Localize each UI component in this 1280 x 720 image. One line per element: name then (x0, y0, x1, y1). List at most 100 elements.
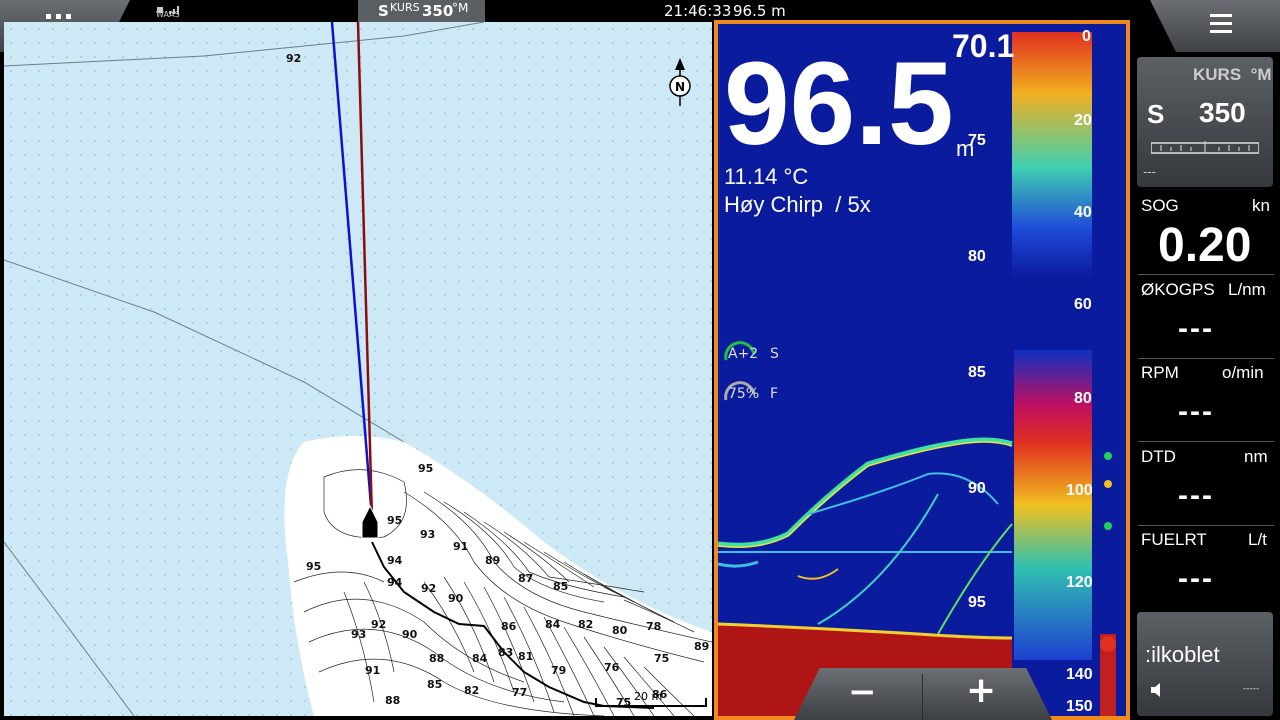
rpm-unit: o/min (1222, 363, 1264, 382)
scale-zoom-40: 40 (1074, 204, 1092, 221)
zoom-control: − + (794, 668, 1052, 720)
instrument-panel: KURS °M S 350 --- SOG kn 0.20 ØKOGPS L/n… (1132, 52, 1280, 720)
rpm-label: RPM (1141, 363, 1179, 382)
dtd-unit: nm (1244, 447, 1268, 466)
depth-sounding: 82 (464, 684, 479, 697)
depth-sounding: 77 (512, 686, 527, 699)
sonar-mode[interactable]: Høy Chirp / 5x (724, 192, 871, 218)
depth-sounding: 89 (694, 640, 709, 653)
heading-prefix: S (378, 2, 389, 20)
sonar-view[interactable]: 96.5 m 11.14 °C Høy Chirp / 5x 70.1 A+2 … (718, 24, 1126, 716)
sog-value: 0.20 (1158, 219, 1252, 272)
depth-sounding: 95 (418, 462, 433, 475)
audio-status: :ilkoblet (1145, 642, 1220, 667)
scale-zoom-100: 100 (1066, 482, 1093, 499)
depth-sounding: 88 (385, 694, 400, 707)
sog-unit: kn (1252, 196, 1270, 215)
depth-sounding: 86 (652, 688, 668, 701)
chart-map[interactable]: N 20 m 929595959394918994 929087859392908… (4, 22, 712, 716)
scale-main-95: 95 (968, 594, 986, 611)
sonar-panel[interactable]: 96.5 m 11.14 °C Høy Chirp / 5x 70.1 A+2 … (714, 20, 1130, 720)
scale-main-75: 75 (968, 132, 986, 149)
heading-value: 350 (422, 2, 454, 20)
heading-unit: °M (452, 1, 469, 15)
depth-sounding: 91 (365, 664, 380, 677)
depth-sounding: 80 (612, 624, 628, 637)
depth-sounding: 81 (518, 650, 533, 663)
scale-main-85: 85 (968, 364, 986, 381)
depth-sounding: 83 (498, 646, 513, 659)
separator (1138, 274, 1274, 275)
depth-sounding: 84 (545, 618, 561, 631)
gps-status: WAAS (155, 0, 195, 22)
depth-sounding: 76 (604, 661, 620, 674)
scale-zoom-60: 60 (1074, 296, 1092, 313)
dtd-value: --- (1178, 479, 1214, 512)
upper-range-value: 70.1 (952, 28, 1015, 64)
scale-zoom-120: 120 (1066, 574, 1093, 591)
depth-sounding: 82 (578, 618, 593, 631)
scale-zoom-150: 150 (1066, 698, 1093, 715)
fuel-eco-label: ØKOGPS (1141, 280, 1215, 299)
sonar-depth-value: 96.5 (724, 38, 954, 170)
depth-sounding: 86 (501, 620, 517, 633)
scale-zoom-0: 0 (1082, 28, 1091, 45)
depth-sounding: 88 (429, 652, 444, 665)
depth-sounding: 87 (518, 572, 533, 585)
heading-indicator[interactable]: S KURS 350 °M (358, 0, 485, 22)
fuelrt-label: FUELRT (1141, 530, 1207, 549)
zoom-column-upper (1012, 32, 1092, 278)
depth-sounding: 93 (351, 628, 366, 641)
top-depth: 96.5 m (733, 2, 786, 20)
depth-sounding: 92 (286, 52, 301, 65)
speaker-icon[interactable] (1149, 682, 1165, 698)
waas-label: WAAS (156, 10, 180, 19)
gain-label: A+2 (728, 346, 759, 362)
compass-tape-icon (1151, 141, 1259, 154)
fuel-eco-unit: L/nm (1228, 280, 1266, 299)
hamburger-icon (1210, 14, 1232, 33)
target-marker (1104, 452, 1112, 460)
depth-sounding: 92 (371, 618, 386, 631)
heading-widget[interactable]: KURS °M S 350 --- (1137, 57, 1273, 187)
chart-panel[interactable]: N 20 m 92 95 95 95 93 94 91 89 94 92 90 87 85 93 92 90 8… (4, 22, 712, 716)
depth-sounding: 84 (472, 652, 488, 665)
zoom-in-button[interactable]: + (966, 670, 996, 711)
sog-label: SOG (1141, 196, 1179, 215)
heading-widget-title: KURS °M (1193, 65, 1272, 84)
heading-widget-prefix: S (1147, 99, 1165, 129)
main-menu-button[interactable] (1150, 0, 1280, 52)
fuelrt-unit: L/t (1248, 530, 1267, 549)
scale-zoom-140: 140 (1066, 666, 1093, 683)
filter-label: 75% (728, 386, 760, 402)
north-label: N (675, 80, 685, 94)
depth-sounding: 92 (421, 582, 436, 595)
audio-widget[interactable]: :ilkoblet ----- (1137, 612, 1273, 716)
clock-time: 21:46:33 (664, 2, 732, 20)
gain-letter: S (770, 346, 779, 362)
depth-sounding: 90 (448, 592, 464, 605)
depth-sounding: 91 (453, 540, 468, 553)
separator (1138, 525, 1274, 526)
heading-kurs: KURS (390, 1, 420, 14)
scale-main-90: 90 (968, 480, 986, 497)
depth-sounding: 94 (387, 554, 403, 567)
depth-sounding: 95 (306, 560, 321, 573)
filter-letter: F (770, 386, 779, 402)
heading-widget-dashes: --- (1143, 165, 1156, 179)
fuelrt-value: --- (1178, 562, 1214, 595)
depth-sounding: 75 (616, 696, 631, 709)
zoom-out-button[interactable]: − (848, 672, 877, 712)
depth-sounding: 93 (420, 528, 435, 541)
depth-sounding: 75 (654, 652, 669, 665)
scale-zoom-80: 80 (1074, 390, 1092, 407)
depth-sounding: 89 (485, 554, 500, 567)
dtd-label: DTD (1141, 447, 1176, 466)
fuel-eco-value: --- (1178, 312, 1214, 345)
depth-sounding: 94 (387, 576, 403, 589)
depth-sounding: 78 (646, 620, 661, 633)
depth-sounding: 85 (553, 580, 568, 593)
rpm-value: --- (1178, 395, 1214, 428)
depth-sounding: 85 (427, 678, 442, 691)
depth-sounding: 79 (551, 664, 566, 677)
